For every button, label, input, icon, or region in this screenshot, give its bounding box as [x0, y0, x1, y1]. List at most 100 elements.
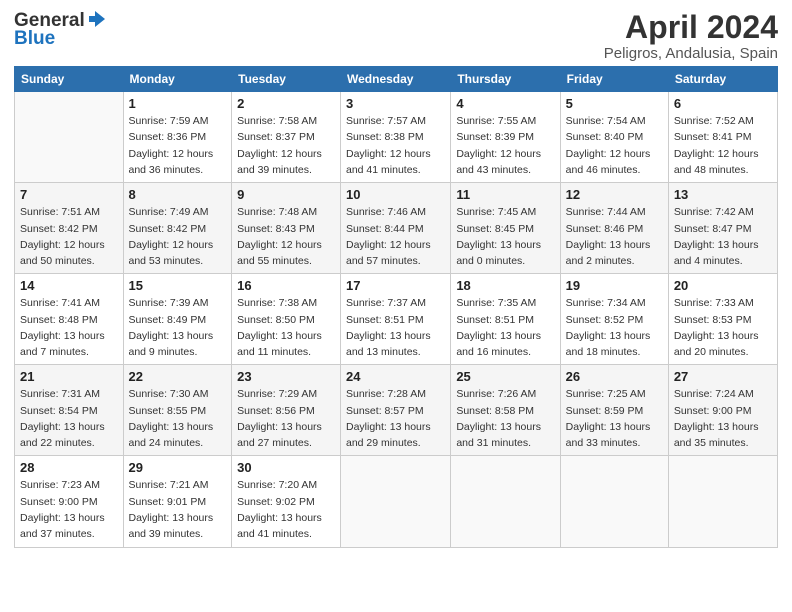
day-number: 7: [20, 187, 118, 202]
day-info: Sunrise: 7:45 AM Sunset: 8:45 PM Dayligh…: [456, 204, 554, 269]
col-friday: Friday: [560, 67, 668, 92]
location: Peligros, Andalusia, Spain: [604, 45, 778, 62]
calendar-cell: 21Sunrise: 7:31 AM Sunset: 8:54 PM Dayli…: [15, 365, 124, 456]
day-number: 28: [20, 460, 118, 475]
day-number: 15: [129, 278, 227, 293]
day-number: 2: [237, 96, 335, 111]
calendar-cell: 11 Sunrise: 7:45 AM Sunset: 8:45 PM Dayli…: [451, 183, 560, 274]
day-number: 24: [346, 369, 445, 384]
day-info: Sunrise: 7:55 AM Sunset: 8:39 PM Dayligh…: [456, 113, 554, 178]
calendar-cell: 29Sunrise: 7:21 AM Sunset: 9:01 PM Dayli…: [123, 456, 232, 547]
calendar-cell: [15, 92, 124, 183]
day-number: 25: [456, 369, 554, 384]
calendar-cell: 18Sunrise: 7:35 AM Sunset: 8:51 PM Dayli…: [451, 274, 560, 365]
day-info: Sunrise: 7:30 AM Sunset: 8:55 PM Dayligh…: [129, 386, 227, 451]
calendar-cell: 22Sunrise: 7:30 AM Sunset: 8:55 PM Dayli…: [123, 365, 232, 456]
day-info: Sunrise: 7:28 AM Sunset: 8:57 PM Dayligh…: [346, 386, 445, 451]
day-info: Sunrise: 7:39 AM Sunset: 8:49 PM Dayligh…: [129, 295, 227, 360]
calendar-cell: 13Sunrise: 7:42 AM Sunset: 8:47 PM Dayli…: [668, 183, 777, 274]
day-info: Sunrise: 7:33 AM Sunset: 8:53 PM Dayligh…: [674, 295, 772, 360]
day-info: Sunrise: 7:46 AM Sunset: 8:44 PM Dayligh…: [346, 204, 445, 269]
logo-blue-text: Blue: [14, 28, 55, 50]
calendar-week-3: 14 Sunrise: 7:41 AM Sunset: 8:48 PM Dayli…: [15, 274, 778, 365]
month-title: April 2024: [604, 10, 778, 45]
day-number: 26: [566, 369, 663, 384]
calendar-cell: 17 Sunrise: 7:37 AM Sunset: 8:51 PM Dayli…: [341, 274, 451, 365]
day-number: 16: [237, 278, 335, 293]
calendar-cell: 2 Sunrise: 7:58 AM Sunset: 8:37 PM Daylig…: [232, 92, 341, 183]
day-number: 29: [129, 460, 227, 475]
day-number: 3: [346, 96, 445, 111]
day-number: 5: [566, 96, 663, 111]
day-info: Sunrise: 7:26 AM Sunset: 8:58 PM Dayligh…: [456, 386, 554, 451]
calendar-cell: 8 Sunrise: 7:49 AM Sunset: 8:42 PM Daylig…: [123, 183, 232, 274]
title-block: April 2024 Peligros, Andalusia, Spain: [604, 10, 778, 62]
day-info: Sunrise: 7:59 AM Sunset: 8:36 PM Dayligh…: [129, 113, 227, 178]
day-info: Sunrise: 7:57 AM Sunset: 8:38 PM Dayligh…: [346, 113, 445, 178]
logo-arrow-icon: [87, 9, 107, 29]
day-number: 12: [566, 187, 663, 202]
calendar-body: 1 Sunrise: 7:59 AM Sunset: 8:36 PM Daylig…: [15, 92, 778, 547]
day-info: Sunrise: 7:38 AM Sunset: 8:50 PM Dayligh…: [237, 295, 335, 360]
calendar-cell: 9 Sunrise: 7:48 AM Sunset: 8:43 PM Daylig…: [232, 183, 341, 274]
calendar-cell: 25 Sunrise: 7:26 AM Sunset: 8:58 PM Dayli…: [451, 365, 560, 456]
calendar-week-5: 28 Sunrise: 7:23 AM Sunset: 9:00 PM Dayli…: [15, 456, 778, 547]
calendar-cell: 5 Sunrise: 7:54 AM Sunset: 8:40 PM Daylig…: [560, 92, 668, 183]
day-info: Sunrise: 7:48 AM Sunset: 8:43 PM Dayligh…: [237, 204, 335, 269]
calendar-cell: 24 Sunrise: 7:28 AM Sunset: 8:57 PM Dayli…: [341, 365, 451, 456]
calendar-cell: [451, 456, 560, 547]
day-info: Sunrise: 7:23 AM Sunset: 9:00 PM Dayligh…: [20, 477, 118, 542]
col-thursday: Thursday: [451, 67, 560, 92]
day-info: Sunrise: 7:42 AM Sunset: 8:47 PM Dayligh…: [674, 204, 772, 269]
col-wednesday: Wednesday: [341, 67, 451, 92]
day-number: 17: [346, 278, 445, 293]
day-number: 1: [129, 96, 227, 111]
day-info: Sunrise: 7:51 AM Sunset: 8:42 PM Dayligh…: [20, 204, 118, 269]
col-tuesday: Tuesday: [232, 67, 341, 92]
calendar-week-4: 21Sunrise: 7:31 AM Sunset: 8:54 PM Dayli…: [15, 365, 778, 456]
day-number: 18: [456, 278, 554, 293]
page-container: General Blue April 2024 Peligros, Andalu…: [0, 0, 792, 558]
calendar-cell: 14 Sunrise: 7:41 AM Sunset: 8:48 PM Dayli…: [15, 274, 124, 365]
day-number: 8: [129, 187, 227, 202]
day-info: Sunrise: 7:44 AM Sunset: 8:46 PM Dayligh…: [566, 204, 663, 269]
day-info: Sunrise: 7:20 AM Sunset: 9:02 PM Dayligh…: [237, 477, 335, 542]
day-info: Sunrise: 7:41 AM Sunset: 8:48 PM Dayligh…: [20, 295, 118, 360]
calendar-cell: 20 Sunrise: 7:33 AM Sunset: 8:53 PM Dayli…: [668, 274, 777, 365]
day-info: Sunrise: 7:34 AM Sunset: 8:52 PM Dayligh…: [566, 295, 663, 360]
calendar-cell: 26 Sunrise: 7:25 AM Sunset: 8:59 PM Dayli…: [560, 365, 668, 456]
header: General Blue April 2024 Peligros, Andalu…: [14, 10, 778, 62]
calendar-cell: [560, 456, 668, 547]
day-info: Sunrise: 7:37 AM Sunset: 8:51 PM Dayligh…: [346, 295, 445, 360]
calendar-table: Sunday Monday Tuesday Wednesday Thursday…: [14, 66, 778, 547]
calendar-cell: 19Sunrise: 7:34 AM Sunset: 8:52 PM Dayli…: [560, 274, 668, 365]
day-number: 9: [237, 187, 335, 202]
calendar-cell: 6Sunrise: 7:52 AM Sunset: 8:41 PM Daylig…: [668, 92, 777, 183]
calendar-cell: 16 Sunrise: 7:38 AM Sunset: 8:50 PM Dayli…: [232, 274, 341, 365]
calendar-cell: [668, 456, 777, 547]
day-number: 30: [237, 460, 335, 475]
day-info: Sunrise: 7:58 AM Sunset: 8:37 PM Dayligh…: [237, 113, 335, 178]
day-info: Sunrise: 7:54 AM Sunset: 8:40 PM Dayligh…: [566, 113, 663, 178]
day-info: Sunrise: 7:52 AM Sunset: 8:41 PM Dayligh…: [674, 113, 772, 178]
calendar-cell: 27Sunrise: 7:24 AM Sunset: 9:00 PM Dayli…: [668, 365, 777, 456]
col-saturday: Saturday: [668, 67, 777, 92]
day-info: Sunrise: 7:49 AM Sunset: 8:42 PM Dayligh…: [129, 204, 227, 269]
calendar-header-row: Sunday Monday Tuesday Wednesday Thursday…: [15, 67, 778, 92]
calendar-cell: 4Sunrise: 7:55 AM Sunset: 8:39 PM Daylig…: [451, 92, 560, 183]
calendar-cell: 3 Sunrise: 7:57 AM Sunset: 8:38 PM Daylig…: [341, 92, 451, 183]
day-number: 14: [20, 278, 118, 293]
col-sunday: Sunday: [15, 67, 124, 92]
day-info: Sunrise: 7:24 AM Sunset: 9:00 PM Dayligh…: [674, 386, 772, 451]
calendar-cell: 28 Sunrise: 7:23 AM Sunset: 9:00 PM Dayli…: [15, 456, 124, 547]
calendar-cell: 7 Sunrise: 7:51 AM Sunset: 8:42 PM Daylig…: [15, 183, 124, 274]
day-number: 11: [456, 187, 554, 202]
day-number: 20: [674, 278, 772, 293]
calendar-cell: 1 Sunrise: 7:59 AM Sunset: 8:36 PM Daylig…: [123, 92, 232, 183]
day-number: 21: [20, 369, 118, 384]
calendar-cell: 10Sunrise: 7:46 AM Sunset: 8:44 PM Dayli…: [341, 183, 451, 274]
day-info: Sunrise: 7:25 AM Sunset: 8:59 PM Dayligh…: [566, 386, 663, 451]
calendar-cell: 15 Sunrise: 7:39 AM Sunset: 8:49 PM Dayli…: [123, 274, 232, 365]
calendar-cell: [341, 456, 451, 547]
calendar-cell: 12 Sunrise: 7:44 AM Sunset: 8:46 PM Dayli…: [560, 183, 668, 274]
